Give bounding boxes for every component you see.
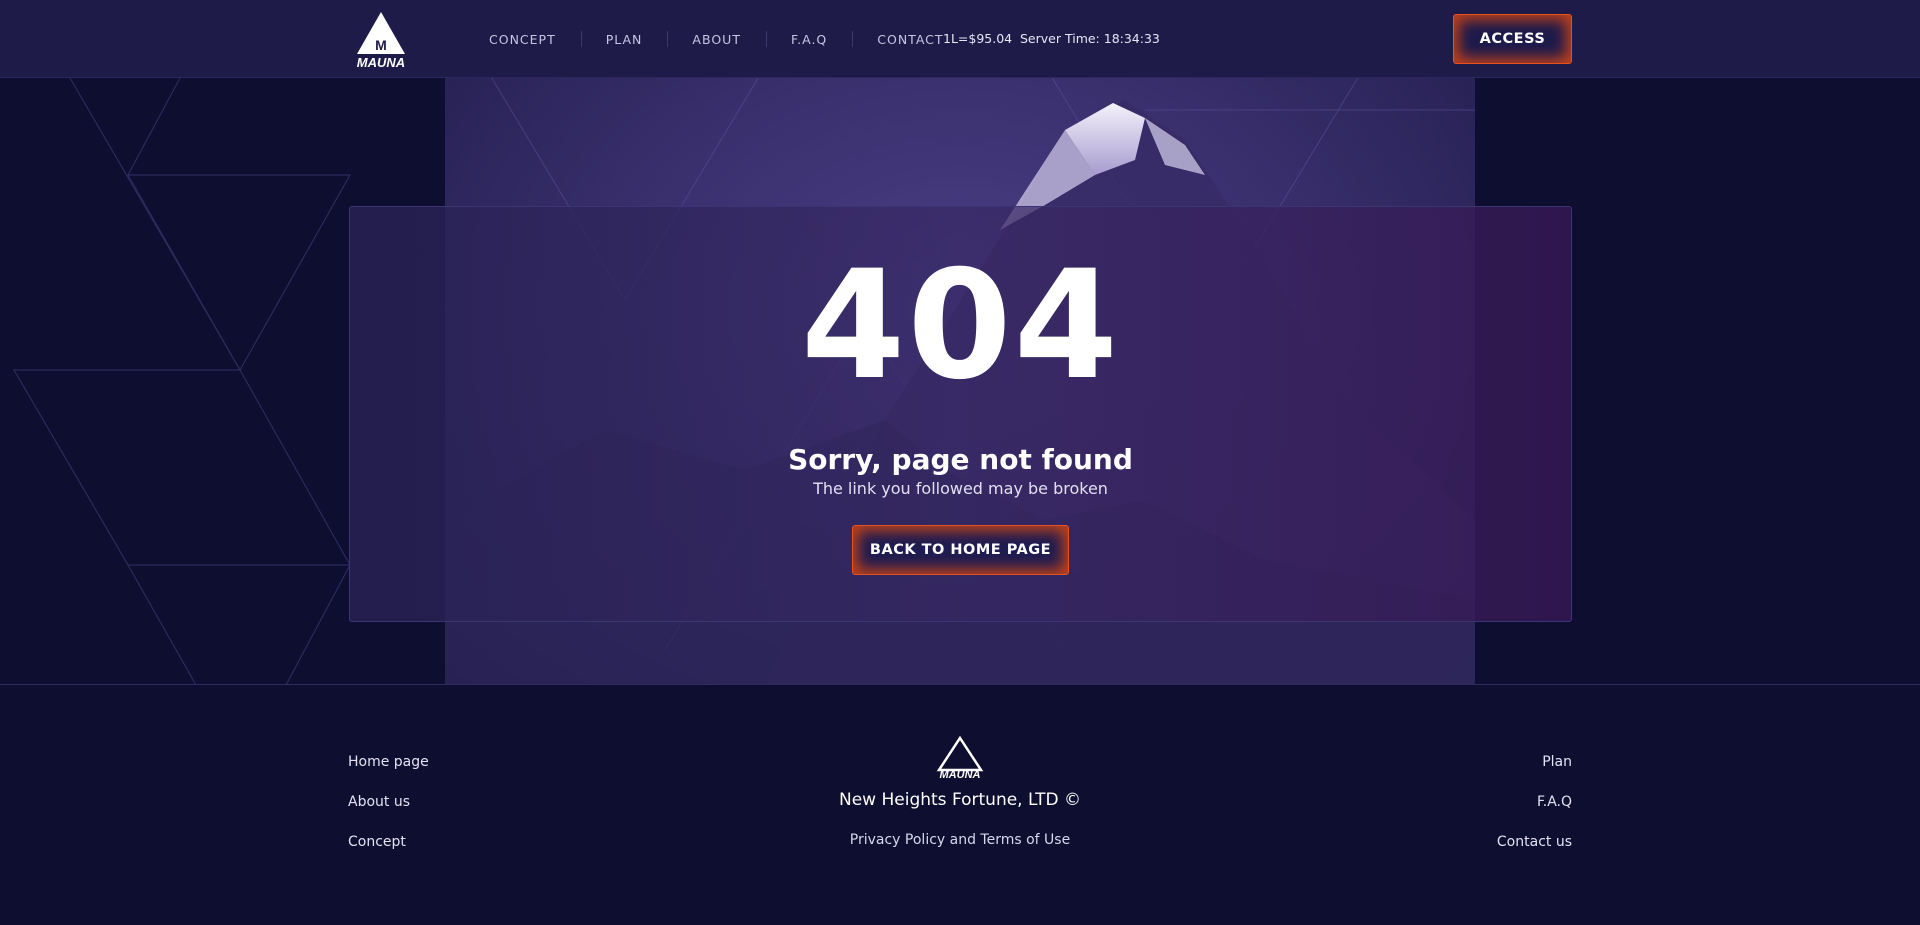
back-to-home-button[interactable]: BACK TO HOME PAGE (852, 525, 1069, 575)
error-code: 404 (800, 239, 1121, 413)
footer-divider (0, 684, 1920, 685)
footer-link-faq[interactable]: F.A.Q (1497, 790, 1572, 830)
footer-links-left: Home page About us Concept (348, 750, 429, 870)
nav-about[interactable]: ABOUT (667, 31, 766, 47)
footer-link-contact[interactable]: Contact us (1497, 830, 1572, 870)
error-card: 404 Sorry, page not found The link you f… (349, 206, 1572, 622)
svg-text:MAUNA: MAUNA (357, 55, 405, 68)
nav-plan[interactable]: PLAN (580, 31, 668, 47)
svg-text:M: M (375, 37, 387, 53)
mauna-footer-logo-icon[interactable]: MAUNA (935, 736, 985, 780)
price-ticker: 1L=$95.04 (943, 31, 1013, 46)
error-subtitle: The link you followed may be broken (813, 479, 1108, 498)
error-title: Sorry, page not found (788, 443, 1133, 476)
top-navigation-bar: M MAUNA CONCEPT PLAN ABOUT F.A.Q CONTACT… (0, 0, 1920, 78)
footer-links-right: Plan F.A.Q Contact us (1497, 750, 1572, 870)
footer-link-plan[interactable]: Plan (1497, 750, 1572, 790)
nav-concept[interactable]: CONCEPT (464, 32, 581, 47)
mauna-logo-icon[interactable]: M MAUNA (349, 10, 413, 68)
decorative-triangles (12, 77, 352, 686)
main-nav: CONCEPT PLAN ABOUT F.A.Q CONTACT (464, 0, 969, 78)
svg-text:MAUNA: MAUNA (940, 769, 981, 780)
access-button[interactable]: ACCESS (1453, 14, 1572, 64)
nav-faq[interactable]: F.A.Q (765, 31, 852, 47)
footer-link-home[interactable]: Home page (348, 750, 429, 790)
company-name: New Heights Fortune, LTD © (839, 790, 1081, 810)
server-time: Server Time: 18:34:33 (1020, 31, 1160, 46)
privacy-policy-link[interactable]: Privacy Policy and Terms of Use (0, 832, 1920, 848)
